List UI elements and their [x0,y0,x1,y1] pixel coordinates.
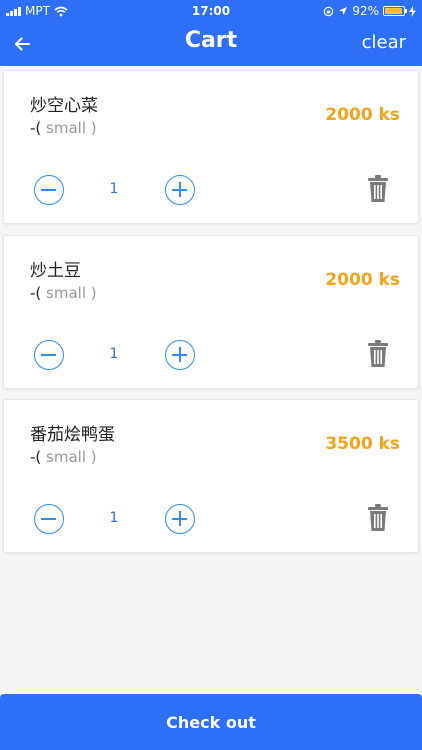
item-price: 3500 ks [325,434,400,454]
item-quantity: 1 [109,346,119,362]
size-option: small [41,448,91,466]
decrease-quantity-button[interactable] [34,340,64,370]
nav-bar: Cart clear [0,22,422,66]
top-bar: MPT 17:00 92% Cart clear [0,0,422,66]
size-suffix: ) [90,119,97,137]
item-price: 2000 ks [325,270,400,290]
size-option: small [41,284,91,302]
minus-icon [41,354,56,356]
decrease-quantity-button[interactable] [34,504,64,534]
plus-icon-vertical [179,347,181,362]
size-prefix: -( [30,284,42,302]
cart-item-card: 炒土豆 -( small ) 2000 ks 1 [3,235,419,389]
cart-item-card: 炒空心菜 -( small ) 2000 ks 1 [3,70,419,224]
item-quantity: 1 [109,181,119,197]
rotation-lock-icon [324,6,334,16]
status-right: 92% [323,4,416,18]
page-title: Cart [184,28,238,53]
clear-button[interactable]: clear [362,32,406,53]
trash-icon[interactable] [367,340,389,368]
size-suffix: ) [90,448,97,466]
battery-icon [383,6,407,16]
item-name: 炒土豆 [30,261,81,281]
charging-icon [409,5,416,17]
increase-quantity-button[interactable] [165,504,195,534]
size-suffix: ) [90,284,97,302]
cart-item-card: 番茄烩鸭蛋 -( small ) 3500 ks 1 [3,399,419,553]
battery-percent: 92% [352,4,379,18]
item-price: 2000 ks [325,105,400,125]
increase-quantity-button[interactable] [165,175,195,205]
status-bar: MPT 17:00 92% [0,0,422,22]
trash-icon[interactable] [367,504,389,532]
plus-icon-vertical [179,511,181,526]
minus-icon [41,518,56,520]
trash-icon[interactable] [367,175,389,203]
decrease-quantity-button[interactable] [34,175,64,205]
plus-icon-vertical [179,182,181,197]
location-icon [339,7,348,15]
item-size: -( small ) [30,448,97,466]
item-size: -( small ) [30,284,97,302]
size-prefix: -( [30,119,42,137]
item-quantity: 1 [109,510,119,526]
minus-icon [41,189,56,191]
item-name: 番茄烩鸭蛋 [30,425,115,445]
checkout-button[interactable]: Check out [0,694,422,750]
item-name: 炒空心菜 [30,96,98,116]
item-size: -( small ) [30,119,97,137]
size-option: small [41,119,91,137]
increase-quantity-button[interactable] [165,340,195,370]
size-prefix: -( [30,448,42,466]
